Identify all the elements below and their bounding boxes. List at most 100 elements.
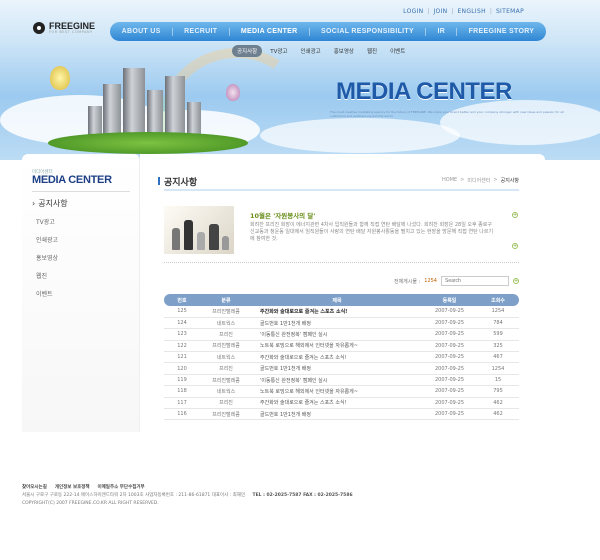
row-number: 118 [164, 385, 200, 398]
sidebar-item-webzine[interactable]: 웹진 [32, 271, 68, 280]
page-title: 공지사항 [157, 175, 197, 188]
table-row[interactable]: 117 프리진 주간화와 술대로으로 즐겨는 스포츠 소식! 2007-09-25 46… [164, 397, 519, 410]
total-count: 1254 [424, 278, 437, 284]
total-label: 전체게시물 : [393, 278, 421, 285]
row-date: 2007-09-25 [422, 351, 477, 364]
table-row[interactable]: 118 네트웍스 노트북 로밍으로 해외에서 인터넷을 자유롭게~ 2007-09-2… [164, 385, 519, 398]
row-title[interactable]: 골드번호 1만1천개 배정 [252, 317, 422, 330]
table-row[interactable]: 121 네트웍스 주간화와 술대로으로 즐겨는 스포츠 소식! 2007-09-25 4… [164, 351, 519, 364]
join-link[interactable]: JOIN [433, 8, 447, 15]
col-title: 제목 [252, 294, 422, 306]
table-row[interactable]: 120 프리진 골드번호 1만1천개 배정 2007-09-25 1254 [164, 362, 519, 375]
row-date: 2007-09-25 [422, 328, 477, 341]
row-views: 1254 [477, 306, 519, 318]
row-number: 121 [164, 351, 200, 364]
row-title[interactable]: 주간화와 술대로으로 즐겨는 스포츠 소식! [252, 397, 422, 410]
row-date: 2007-09-25 [422, 397, 477, 410]
row-views: 15 [477, 374, 519, 387]
divider [32, 191, 130, 192]
breadcrumb: HOME > 미디어센터 > 공지사항 [442, 177, 519, 184]
col-category: 분류 [200, 294, 252, 306]
row-number: 125 [164, 306, 200, 318]
row-title[interactable]: 주간화와 술대로으로 즐겨는 스포츠 소식! [252, 306, 422, 318]
sidebar-item-event[interactable]: 이벤트 [32, 289, 68, 298]
table-row[interactable]: 124 네트웍스 골드번호 1만1천개 배정 2007-09-25 784 [164, 317, 519, 330]
main-content: 공지사항 HOME > 미디어센터 > 공지사항 10월은 '자원봉사의 달' … [140, 154, 545, 432]
nav-social-responsibility[interactable]: SOCIAL RESPONSIBILITY [321, 28, 414, 35]
chess-pieces-image [164, 206, 234, 254]
row-date: 2007-09-25 [422, 385, 477, 398]
sidebar-item-print-ad[interactable]: 인쇄광고 [32, 235, 68, 244]
subnav-event[interactable]: 이벤트 [385, 45, 410, 57]
table-row[interactable]: 125 프리진탤레콤 주간화와 술대로으로 즐겨는 스포츠 소식! 2007-09-2… [164, 306, 519, 318]
breadcrumb-media-center[interactable]: 미디어센터 [467, 177, 490, 184]
footer: 찾아오시는길 개인정보 보호정책 이메일주소 무단수집거부 서울시 구로구 구로… [22, 484, 542, 508]
featured-title[interactable]: 10월은 '자원봉사의 달' [250, 210, 315, 220]
subnav-tv-ad[interactable]: TV광고 [265, 45, 292, 57]
row-date: 2007-09-25 [422, 362, 477, 375]
row-views: 462 [477, 408, 519, 421]
col-date: 등록일 [422, 294, 477, 306]
main-navigation: ABOUT US RECRUIT MEDIA CENTER SOCIAL RES… [110, 22, 546, 41]
divider [164, 189, 519, 191]
gear-icon [33, 22, 45, 34]
logo[interactable]: FREEGINE FOR BEST COMPANY [33, 22, 95, 34]
nav-about-us[interactable]: ABOUT US [122, 28, 161, 35]
table-row[interactable]: 119 프리진탤레콤 '이동통신 완전정복' 캠페인 실시 2007-09-25 15 [164, 374, 519, 387]
featured-text: 회려잔 프리진 회장이 에너지관련 4차사 입직원들과 함께 직접 연탄 배달에… [250, 222, 494, 242]
more-plus-icon[interactable]: + [512, 243, 518, 249]
row-title[interactable]: 골드번호 1만1천개 배정 [252, 362, 422, 375]
english-link[interactable]: ENGLISH [457, 8, 485, 15]
login-link[interactable]: LOGIN [403, 8, 423, 15]
nav-ir[interactable]: IR [437, 28, 445, 35]
search-input[interactable] [441, 276, 509, 286]
sub-navigation: 공지사항 TV광고 인쇄광고 홍보영상 웹진 이벤트 [232, 45, 410, 57]
subnav-promo-video[interactable]: 홍보영상 [329, 45, 359, 57]
footer-link-privacy[interactable]: 개인정보 보호정책 [55, 484, 90, 492]
hot-air-balloon-icon [50, 66, 70, 90]
table-row[interactable]: 122 프리진탤레콤 노트북 로밍으로 해외에서 인터넷을 자유롭게~ 2007-09… [164, 340, 519, 353]
more-plus-icon[interactable]: + [512, 212, 518, 218]
row-number: 119 [164, 374, 200, 387]
featured-notice: 10월은 '자원봉사의 달' 회려잔 프리진 회장이 에너지관련 4차사 입직원… [164, 206, 519, 254]
nav-recruit[interactable]: RECRUIT [184, 28, 217, 35]
table-row[interactable]: 116 프리진탤레콤 골드번호 1만1천개 배정 2007-09-25 462 [164, 408, 519, 421]
row-category: 프리진 [200, 328, 252, 341]
row-category: 프리진탤레콤 [200, 374, 252, 387]
search-go-icon[interactable]: + [513, 278, 519, 284]
row-category: 프리진탤레콤 [200, 408, 252, 421]
row-title[interactable]: '이동통신 완전정복' 캠페인 실시 [252, 328, 422, 341]
breadcrumb-home[interactable]: HOME [442, 177, 457, 184]
row-title[interactable]: 골드번호 1만1천개 배정 [252, 408, 422, 421]
logo-tagline: FOR BEST COMPANY [49, 30, 93, 34]
row-title[interactable]: '이동통신 완전정복' 캠페인 실시 [252, 374, 422, 387]
footer-link-directions[interactable]: 찾아오시는길 [22, 484, 47, 492]
row-title[interactable]: 주간화와 술대로으로 즐겨는 스포츠 소식! [252, 351, 422, 364]
subnav-print-ad[interactable]: 인쇄광고 [296, 45, 326, 57]
row-number: 124 [164, 317, 200, 330]
nav-freegine-story[interactable]: FREEGINE STORY [469, 28, 535, 35]
col-number: 번호 [164, 294, 200, 306]
dotted-divider [164, 262, 519, 263]
row-date: 2007-09-25 [422, 408, 477, 421]
footer-link-email-policy[interactable]: 이메일주소 무단수집거부 [98, 484, 145, 492]
row-category: 프리진 [200, 397, 252, 410]
top-utility-links: LOGIN | JOIN | ENGLISH | SITEMAP [403, 8, 524, 15]
sitemap-link[interactable]: SITEMAP [496, 8, 524, 15]
nav-media-center[interactable]: MEDIA CENTER [241, 28, 298, 35]
sidebar-item-tv-ad[interactable]: TV광고 [32, 217, 68, 226]
notice-table: 번호 분류 제목 등록일 조회수 125 프리진탤레콤 주간화와 술대로으로 즐겨는… [164, 294, 519, 421]
row-title[interactable]: 노트북 로밍으로 해외에서 인터넷을 자유롭게~ [252, 385, 422, 398]
row-views: 325 [477, 340, 519, 353]
row-date: 2007-09-25 [422, 374, 477, 387]
sidebar-item-notice[interactable]: 공지사항 [32, 198, 67, 209]
table-row[interactable]: 123 프리진 '이동통신 완전정복' 캠페인 실시 2007-09-25 599 [164, 328, 519, 341]
subnav-webzine[interactable]: 웹진 [362, 45, 382, 57]
logo-name: FREEGINE [49, 21, 96, 31]
sidebar-item-promo-video[interactable]: 홍보영상 [32, 253, 68, 262]
hot-air-balloon-icon [226, 84, 240, 101]
sidebar: 미디어센터 MEDIA CENTER 공지사항 TV광고 인쇄광고 홍보영상 웹… [22, 154, 140, 432]
subnav-notice[interactable]: 공지사항 [232, 45, 263, 57]
row-title[interactable]: 노트북 로밍으로 해외에서 인터넷을 자유롭게~ [252, 340, 422, 353]
footer-copyright: COPYRIGHT(C) 2007 FREEGINE.CO.KR ALL RIG… [22, 501, 159, 506]
